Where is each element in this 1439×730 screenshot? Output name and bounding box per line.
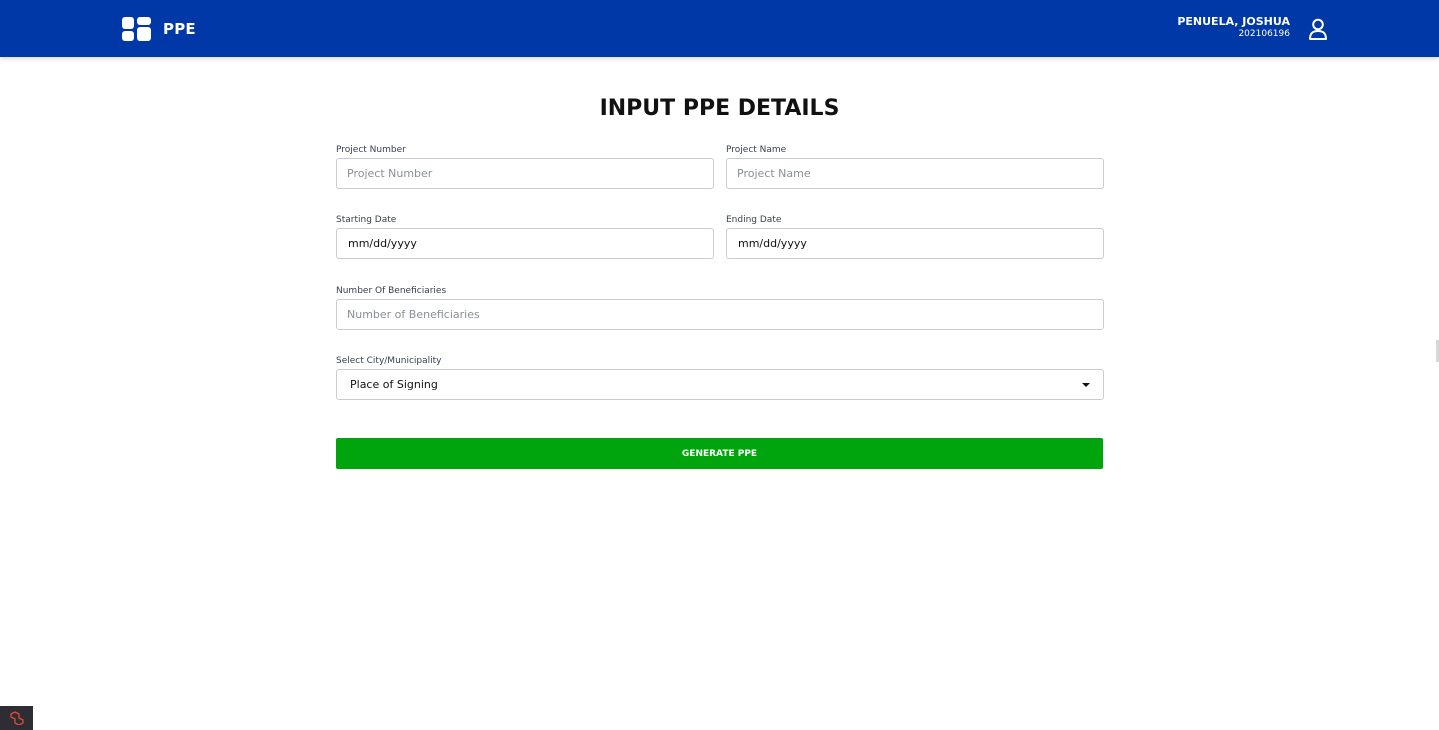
- city-label: Select City/Municipality: [336, 356, 442, 366]
- project-number-input[interactable]: [336, 158, 714, 189]
- project-name-label: Project Name: [726, 145, 787, 155]
- user-id: 202106196: [1238, 29, 1290, 39]
- ending-date-label: Ending Date: [726, 215, 782, 225]
- starting-date-value: mm/dd/yyyy: [348, 237, 417, 250]
- project-name-input[interactable]: [726, 158, 1104, 189]
- starting-date-input[interactable]: mm/dd/yyyy: [336, 228, 714, 259]
- ending-date-input[interactable]: mm/dd/yyyy: [726, 228, 1104, 259]
- generate-ppe-button[interactable]: GENERATE PPE: [336, 438, 1103, 469]
- user-name: PENUELA, JOSHUA: [1177, 15, 1290, 28]
- caret-down-icon: [1082, 382, 1090, 387]
- beneficiaries-input[interactable]: [336, 299, 1104, 330]
- top-navbar: PPE PENUELA, JOSHUA 202106196: [0, 0, 1439, 57]
- ending-date-value: mm/dd/yyyy: [738, 237, 807, 250]
- project-number-label: Project Number: [336, 145, 406, 155]
- ending-date-field: Ending Date mm/dd/yyyy: [726, 214, 1104, 261]
- dashboard-grid-icon: [122, 17, 151, 41]
- user-icon[interactable]: [1308, 18, 1328, 40]
- user-info: PENUELA, JOSHUA 202106196: [1177, 15, 1290, 40]
- laravel-debug-icon[interactable]: [0, 706, 33, 730]
- starting-date-field: Starting Date mm/dd/yyyy: [336, 214, 714, 261]
- beneficiaries-label: Number Of Beneficiaries: [336, 286, 447, 296]
- app-title: PPE: [163, 20, 196, 38]
- page-title: INPUT PPE DETAILS: [599, 96, 840, 121]
- brand[interactable]: PPE: [122, 17, 196, 41]
- city-field: Select City/Municipality Place of Signin…: [336, 355, 1104, 402]
- city-selected-value: Place of Signing: [350, 378, 438, 391]
- beneficiaries-field: Number Of Beneficiaries: [336, 285, 1104, 332]
- starting-date-label: Starting Date: [336, 215, 397, 225]
- city-select[interactable]: Place of Signing: [336, 369, 1104, 400]
- project-name-field: Project Name: [726, 144, 1104, 191]
- project-number-field: Project Number: [336, 144, 714, 191]
